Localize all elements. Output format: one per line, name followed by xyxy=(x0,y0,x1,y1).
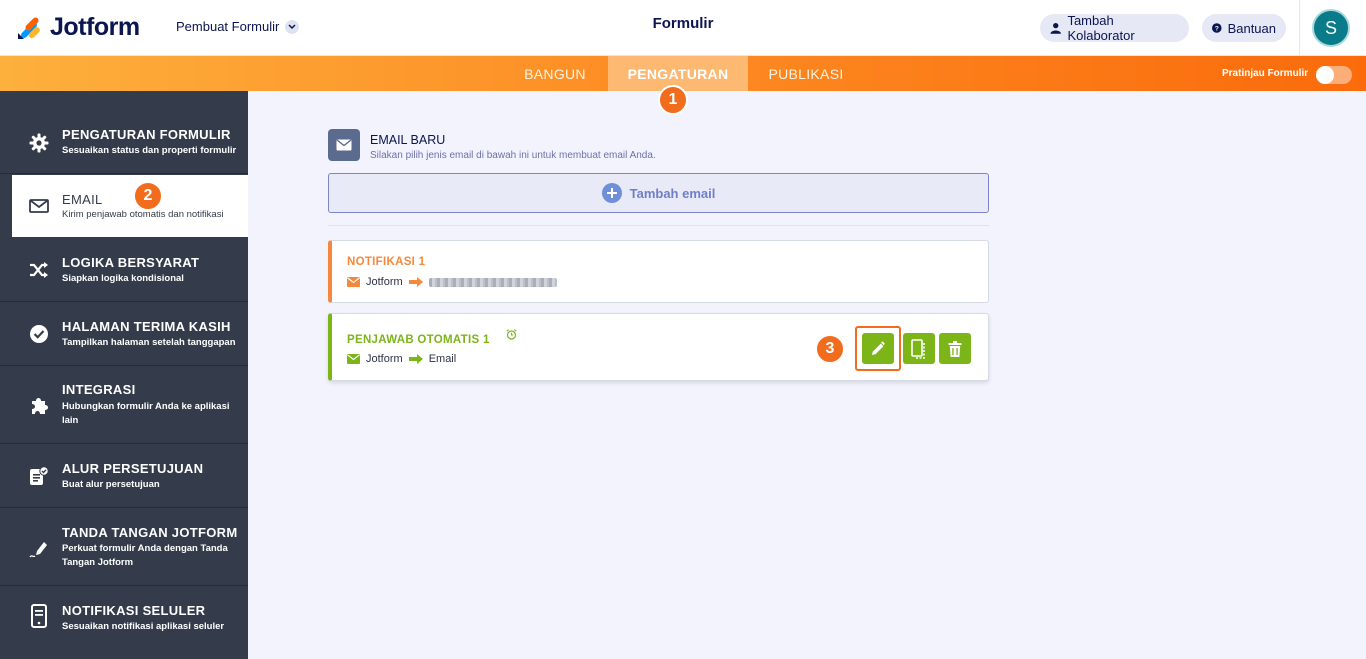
sidebar-item-email[interactable]: EMAIL Kirim penjawab otomatis dan notifi… xyxy=(12,175,248,237)
plus-circle-icon xyxy=(601,183,622,203)
add-email-label: Tambah email xyxy=(629,185,716,201)
envelope-icon xyxy=(28,195,50,217)
sidebar-item-desc: Tampilkan halaman setelah tanggapan xyxy=(62,337,236,348)
step-marker-2: 2 xyxy=(133,181,163,211)
sidebar-item-desc: Siapkan logika kondisional xyxy=(62,273,184,284)
sidebar-item-title: TANDA TANGAN JOTFORM xyxy=(62,525,238,540)
email-card-notification[interactable]: NOTIFIKASI 1 Jotform xyxy=(328,240,989,303)
settings-sidebar: PENGATURAN FORMULIR Sesuaikan status dan… xyxy=(0,91,248,659)
sidebar-item-title: ALUR PERSETUJUAN xyxy=(62,461,204,476)
tab-publish[interactable]: PUBLIKASI xyxy=(754,56,858,91)
edit-email-button[interactable] xyxy=(862,333,894,364)
delete-email-button[interactable] xyxy=(939,333,971,364)
sidebar-item-form-settings[interactable]: PENGATURAN FORMULIR Sesuaikan status dan… xyxy=(0,111,248,174)
sidebar-item-title: PENGATURAN FORMULIR xyxy=(62,127,231,142)
sidebar-item-desc: Perkuat formulir Anda dengan Tanda Tanga… xyxy=(62,543,228,568)
form-preview-toggle[interactable] xyxy=(1316,66,1352,84)
svg-text:?: ? xyxy=(1215,25,1219,32)
pen-icon xyxy=(28,538,50,560)
sidebar-item-thank-you-page[interactable]: HALAMAN TERIMA KASIH Tampilkan halaman s… xyxy=(0,302,248,366)
email-to: Email xyxy=(428,353,457,365)
sidebar-item-integrations[interactable]: INTEGRASI Hubungkan formulir Anda ke apl… xyxy=(0,366,248,444)
gear-icon xyxy=(28,132,50,154)
email-section-subtitle: Silakan pilih jenis email di bawah ini u… xyxy=(370,150,656,161)
pencil-icon xyxy=(872,340,885,355)
sidebar-item-desc: Buat alur persetujuan xyxy=(62,479,160,490)
form-preview-label: Pratinjau Formulir xyxy=(1222,68,1309,79)
step-marker-1: 1 xyxy=(658,85,688,115)
sidebar-item-desc: Sesuaikan notifikasi aplikasi seluler xyxy=(62,621,225,632)
header-divider xyxy=(1299,0,1300,56)
sidebar-item-desc: Sesuaikan status dan properti formulir xyxy=(62,145,237,156)
email-from: Jotform xyxy=(366,276,403,288)
arrow-right-icon xyxy=(408,277,423,287)
email-section-title: EMAIL BARU xyxy=(370,133,446,147)
approval-icon xyxy=(28,465,50,487)
sidebar-item-jotform-sign[interactable]: TANDA TANGAN JOTFORM Perkuat formulir An… xyxy=(0,508,248,586)
section-divider xyxy=(328,225,989,226)
question-icon: ? xyxy=(1212,23,1222,33)
sidebar-item-title: LOGIKA BERSYARAT xyxy=(62,255,200,270)
mobile-icon xyxy=(28,604,50,628)
arrow-right-icon xyxy=(408,354,423,364)
shuffle-icon xyxy=(28,259,50,281)
email-recipient-redacted xyxy=(428,277,557,287)
email-card-autoresponder[interactable]: PENJAWAB OTOMATIS 1 Jotform Email xyxy=(328,313,989,381)
email-section-icon xyxy=(328,129,360,161)
user-icon xyxy=(1050,22,1061,34)
sidebar-item-mobile-notifications[interactable]: NOTIFIKASI SELULER Sesuaikan notifikasi … xyxy=(0,586,248,659)
sidebar-item-approval-flow[interactable]: ALUR PERSETUJUAN Buat alur persetujuan xyxy=(0,444,248,508)
add-collaborator-button[interactable]: Tambah Kolaborator xyxy=(1040,13,1189,43)
alarm-clock-icon xyxy=(506,329,517,340)
sidebar-item-desc: Hubungkan formulir Anda ke aplikasi lain xyxy=(62,401,230,426)
top-header: Jotform Pembuat Formulir Formulir Tambah… xyxy=(0,0,1366,56)
clone-icon xyxy=(911,338,925,359)
sidebar-item-title: EMAIL xyxy=(62,192,103,207)
envelope-icon xyxy=(347,277,360,287)
step-marker-3: 3 xyxy=(815,334,845,364)
help-button[interactable]: ? Bantuan xyxy=(1202,14,1286,42)
email-card-title: NOTIFIKASI 1 xyxy=(347,256,426,268)
sidebar-item-title: NOTIFIKASI SELULER xyxy=(62,603,206,618)
builder-tabs-bar: BANGUN PENGATURAN PUBLIKASI Pratinjau Fo… xyxy=(0,56,1366,91)
add-collaborator-label: Tambah Kolaborator xyxy=(1067,13,1135,43)
sidebar-item-title: HALAMAN TERIMA KASIH xyxy=(62,319,231,334)
toggle-knob xyxy=(1316,66,1334,84)
clone-email-button[interactable] xyxy=(903,333,935,364)
help-label: Bantuan xyxy=(1227,20,1276,36)
envelope-icon xyxy=(347,354,360,364)
sidebar-item-title: INTEGRASI xyxy=(62,382,136,397)
check-circle-icon xyxy=(28,323,50,345)
trash-icon xyxy=(948,340,962,357)
email-card-title: PENJAWAB OTOMATIS 1 xyxy=(347,334,490,346)
sidebar-item-conditional-logic[interactable]: LOGIKA BERSYARAT Siapkan logika kondisio… xyxy=(0,238,248,302)
add-email-button[interactable]: Tambah email xyxy=(328,173,989,213)
email-from: Jotform xyxy=(366,353,403,365)
email-card-flow: Jotform Email xyxy=(347,353,456,365)
email-card-flow: Jotform xyxy=(347,276,557,288)
puzzle-icon xyxy=(28,394,50,416)
user-avatar[interactable]: S xyxy=(1312,9,1350,47)
tab-build[interactable]: BANGUN xyxy=(508,56,602,91)
